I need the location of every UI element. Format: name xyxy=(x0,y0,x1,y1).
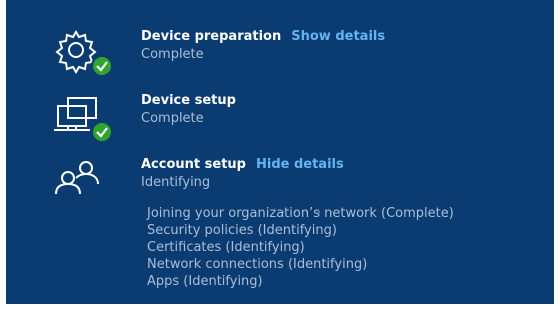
device-check-icon xyxy=(46,92,122,152)
progress-dots xyxy=(282,198,352,213)
people-icon xyxy=(46,156,122,216)
step-status: Complete xyxy=(141,47,204,62)
show-details-link[interactable]: Show details xyxy=(291,29,385,44)
step-status: Identifying xyxy=(141,175,211,190)
gear-check-icon xyxy=(46,28,122,88)
step-title: Account setup xyxy=(141,157,246,172)
step-status: Complete xyxy=(141,111,204,126)
detail-item: Network connections (Identifying) xyxy=(147,257,368,272)
detail-item: Joining your organization’s network (Com… xyxy=(147,206,454,221)
hide-details-link[interactable]: Hide details xyxy=(256,157,344,172)
step-title: Device setup xyxy=(141,93,236,108)
detail-item: Security policies (Identifying) xyxy=(147,223,337,238)
detail-item: Certificates (Identifying) xyxy=(147,240,305,255)
setup-progress-panel: Device preparation Show details Complete … xyxy=(6,0,554,304)
step-title: Device preparation xyxy=(141,29,282,44)
detail-item: Apps (Identifying) xyxy=(147,274,263,289)
account-setup-details: Joining your organization’s network (Com… xyxy=(147,205,454,290)
